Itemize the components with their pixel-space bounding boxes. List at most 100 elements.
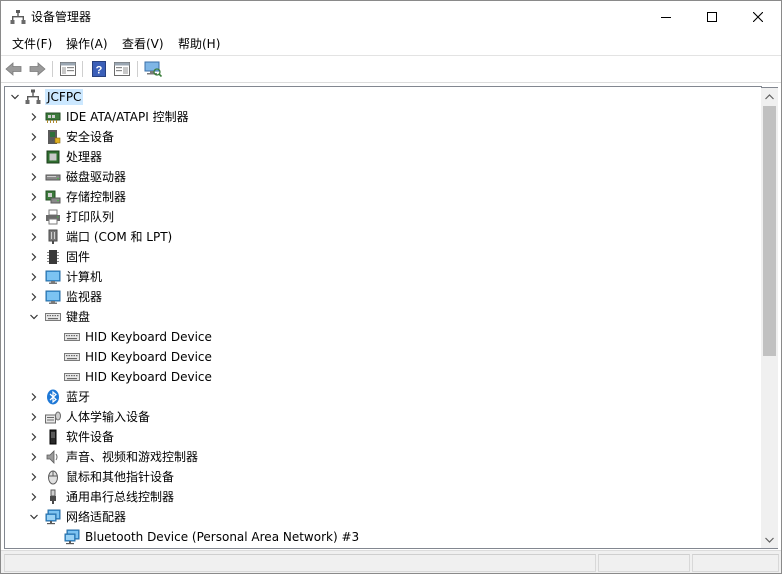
status-pane-main	[4, 554, 596, 572]
tree-category-row[interactable]: 软件设备	[5, 427, 762, 447]
device-manager-window: 设备管理器 文件(F) 操作(A) 查看(V) 帮助(H) ? JCFPC ID…	[0, 0, 782, 574]
keyboard-icon	[64, 349, 80, 365]
tree-item-label: 软件设备	[66, 430, 115, 444]
status-pane-tertiary	[692, 554, 779, 572]
properties-pane-icon	[114, 62, 130, 76]
chevron-right-icon[interactable]	[29, 292, 39, 302]
bluetooth-icon	[45, 389, 61, 405]
console-tree-button[interactable]	[58, 59, 78, 79]
minimize-icon	[661, 17, 671, 18]
toolbar-separator	[137, 61, 138, 77]
chevron-right-icon[interactable]	[29, 472, 39, 482]
tree-category-row[interactable]: 安全设备	[5, 127, 762, 147]
keyboard-icon	[64, 369, 80, 385]
speaker-icon	[45, 449, 61, 465]
title-bar[interactable]: 设备管理器	[1, 1, 781, 33]
chevron-right-icon[interactable]	[29, 432, 39, 442]
tree-item-label: 人体学输入设备	[66, 410, 151, 424]
tree-category-row[interactable]: 网络适配器	[5, 507, 762, 527]
tree-item-label: 蓝牙	[66, 390, 91, 404]
keyboard-icon	[64, 329, 80, 345]
computer-icon	[25, 89, 41, 105]
tree-item-label: 计算机	[66, 270, 103, 284]
tree-device-row[interactable]: HID Keyboard Device	[5, 347, 762, 367]
chevron-down-icon[interactable]	[29, 512, 39, 522]
tree-category-row[interactable]: 计算机	[5, 267, 762, 287]
minimize-button[interactable]	[643, 1, 689, 33]
scroll-down-button[interactable]	[761, 531, 778, 548]
keyboard-icon	[45, 309, 61, 325]
tree-category-row[interactable]: 声音、视频和游戏控制器	[5, 447, 762, 467]
chevron-right-icon[interactable]	[29, 212, 39, 222]
chevron-right-icon[interactable]	[29, 112, 39, 122]
properties-button[interactable]	[112, 59, 132, 79]
tree-category-row[interactable]: IDE ATA/ATAPI 控制器	[5, 107, 762, 127]
maximize-button[interactable]	[689, 1, 735, 33]
tree-item-label: 监视器	[66, 290, 103, 304]
tree-device-row[interactable]: HID Keyboard Device	[5, 327, 762, 347]
chevron-down-icon[interactable]	[10, 92, 20, 102]
chevron-up-icon	[765, 93, 774, 99]
tree-root-label[interactable]: JCFPC	[45, 89, 84, 105]
tree-item-label: 通用串行总线控制器	[66, 490, 175, 504]
tree-category-row[interactable]: 固件	[5, 247, 762, 267]
tree-category-row[interactable]: 端口 (COM 和 LPT)	[5, 227, 762, 247]
printer-icon	[45, 209, 61, 225]
menu-file[interactable]: 文件(F)	[11, 36, 53, 52]
close-icon	[753, 12, 763, 22]
tree-item-label: 固件	[66, 250, 91, 264]
tree-category-row[interactable]: 人体学输入设备	[5, 407, 762, 427]
tree-device-row[interactable]: Bluetooth Device (Personal Area Network)…	[5, 527, 762, 547]
chevron-right-icon[interactable]	[29, 192, 39, 202]
tree-category-row[interactable]: 监视器	[5, 287, 762, 307]
tree-item-label: Bluetooth Device (Personal Area Network)…	[85, 530, 360, 544]
chevron-right-icon[interactable]	[29, 272, 39, 282]
scroll-thumb[interactable]	[763, 106, 776, 356]
chevron-right-icon[interactable]	[29, 492, 39, 502]
back-button[interactable]	[4, 59, 24, 79]
tree-category-row[interactable]: 打印队列	[5, 207, 762, 227]
chevron-right-icon[interactable]	[29, 132, 39, 142]
security-device-icon	[45, 129, 61, 145]
help-button[interactable]: ?	[89, 59, 109, 79]
window-title: 设备管理器	[31, 10, 92, 24]
chevron-down-icon[interactable]	[29, 312, 39, 322]
chevron-right-icon[interactable]	[29, 232, 39, 242]
tree-category-row[interactable]: 蓝牙	[5, 387, 762, 407]
tree-item-label: HID Keyboard Device	[85, 370, 212, 384]
tree-category-row[interactable]: 处理器	[5, 147, 762, 167]
device-tree[interactable]: JCFPC IDE ATA/ATAPI 控制器安全设备处理器磁盘驱动器 存储控制器…	[4, 86, 762, 549]
device-manager-app-icon	[10, 9, 26, 25]
tree-item-label: 打印队列	[66, 210, 115, 224]
chevron-right-icon[interactable]	[29, 152, 39, 162]
chevron-right-icon[interactable]	[29, 452, 39, 462]
tree-category-row[interactable]: 存储控制器	[5, 187, 762, 207]
usb-icon	[45, 489, 61, 505]
tree-category-row[interactable]: 磁盘驱动器	[5, 167, 762, 187]
tree-root-row[interactable]: JCFPC	[5, 87, 762, 107]
scan-hardware-icon	[144, 61, 162, 77]
help-icon: ?	[92, 61, 106, 77]
menu-bar: 文件(F) 操作(A) 查看(V) 帮助(H)	[1, 33, 781, 56]
tree-item-label: 声音、视频和游戏控制器	[66, 450, 199, 464]
chevron-right-icon[interactable]	[29, 392, 39, 402]
close-button[interactable]	[735, 1, 781, 33]
menu-action[interactable]: 操作(A)	[65, 36, 109, 52]
forward-button[interactable]	[27, 59, 47, 79]
chevron-right-icon[interactable]	[29, 252, 39, 262]
tree-category-row[interactable]: 鼠标和其他指针设备	[5, 467, 762, 487]
disk-drive-icon	[45, 169, 61, 185]
tree-item-label: IDE ATA/ATAPI 控制器	[66, 110, 189, 124]
tree-item-label: 处理器	[66, 150, 103, 164]
scroll-up-button[interactable]	[761, 88, 778, 105]
tree-device-row[interactable]: HID Keyboard Device	[5, 367, 762, 387]
menu-help[interactable]: 帮助(H)	[177, 36, 221, 52]
menu-view[interactable]: 查看(V)	[121, 36, 165, 52]
chevron-right-icon[interactable]	[29, 172, 39, 182]
tree-category-row[interactable]: 通用串行总线控制器	[5, 487, 762, 507]
tree-item-label: 鼠标和其他指针设备	[66, 470, 175, 484]
scan-hardware-button[interactable]	[143, 59, 163, 79]
tree-category-row[interactable]: 键盘	[5, 307, 762, 327]
chevron-right-icon[interactable]	[29, 412, 39, 422]
vertical-scrollbar[interactable]	[761, 87, 778, 549]
